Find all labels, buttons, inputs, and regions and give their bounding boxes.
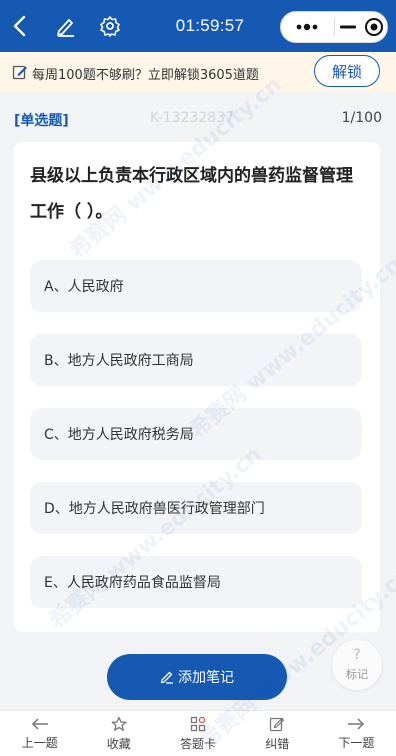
more-dots-icon[interactable] — [281, 12, 334, 42]
edit-note-icon — [12, 64, 28, 80]
option-d[interactable]: D、地方人民政府兽医行政管理部门 — [30, 482, 362, 534]
edit-pen-icon[interactable] — [54, 14, 78, 38]
nav-report-error[interactable]: 纠错 — [238, 711, 317, 756]
nav-answer-card[interactable]: 答题卡 — [158, 711, 237, 756]
question-stem: 县级以上负责本行政区域内的兽药监督管理工作（ ）。 — [30, 166, 353, 222]
option-b[interactable]: B、地方人民政府工商局 — [30, 334, 362, 386]
mark-label: 标记 — [346, 668, 368, 681]
question-mark-icon: ? — [353, 647, 361, 663]
clock-time: 01:59:57 — [175, 16, 245, 35]
nav-prev-label: 上一题 — [21, 735, 58, 750]
star-icon — [111, 716, 127, 731]
question-progress: 1/100 — [341, 110, 382, 126]
question-card: 县级以上负责本行政区域内的兽药监督管理工作（ ）。 A、人民政府 B、地方人民政… — [14, 142, 380, 632]
grid-card-icon — [190, 716, 206, 731]
pen-icon — [160, 671, 173, 684]
top-bar: 01:59:57 — [0, 0, 396, 52]
nav-favorite[interactable]: 收藏 — [79, 711, 158, 756]
minimize-icon[interactable] — [334, 12, 360, 42]
gear-icon[interactable] — [98, 14, 122, 38]
edit-box-icon — [270, 717, 285, 731]
question-type-label: [单选题] — [14, 113, 69, 129]
mark-button[interactable]: ? 标记 — [332, 640, 382, 690]
question-id: K-13232837 — [150, 110, 235, 126]
nav-prev-question[interactable]: 上一题 — [0, 711, 79, 756]
option-c[interactable]: C、地方人民政府税务局 — [30, 408, 362, 460]
arrow-right-icon — [348, 717, 365, 730]
nav-report-error-label: 纠错 — [265, 736, 290, 751]
promo-text: 每周100题不够刷？立即解锁3605道题 — [32, 68, 259, 83]
close-target-icon[interactable] — [361, 12, 387, 42]
nav-favorite-label: 收藏 — [106, 736, 131, 751]
arrow-left-icon — [31, 717, 48, 730]
add-note-label: 添加笔记 — [178, 670, 234, 686]
nav-next-label: 下一题 — [338, 735, 375, 750]
option-e[interactable]: E、人民政府药品食品监督局 — [30, 556, 362, 608]
back-arrow-icon[interactable] — [8, 14, 32, 38]
unlock-button[interactable]: 解锁 — [314, 55, 380, 87]
option-a[interactable]: A、人民政府 — [30, 260, 362, 312]
mini-program-capsule — [280, 11, 388, 43]
nav-answer-card-label: 答题卡 — [180, 736, 217, 751]
nav-next-question[interactable]: 下一题 — [317, 711, 396, 756]
add-note-button[interactable]: 添加笔记 — [107, 654, 287, 700]
bottom-nav: 上一题 收藏 答题卡 纠错 下一题 — [0, 710, 396, 756]
